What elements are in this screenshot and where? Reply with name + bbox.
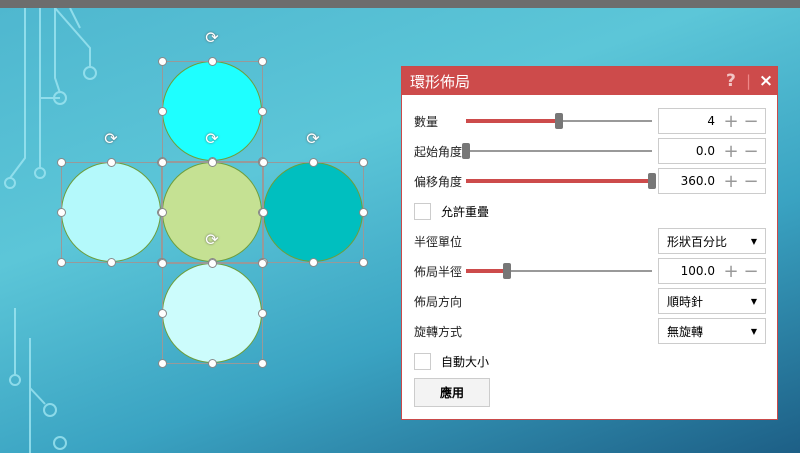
offset_angle-input[interactable]: 360.0 + − [658,168,766,194]
offset_angle-label: 偏移角度 [414,174,463,189]
start_angle-slider-thumb[interactable] [462,143,470,159]
count-label: 數量 [414,114,439,129]
plus-button[interactable]: + [721,111,741,132]
resize-handle[interactable] [107,158,116,167]
rotation-dropdown[interactable]: 無旋轉 ▼ [658,318,766,344]
chevron-down-icon: ▼ [750,326,757,336]
selection-box [162,263,263,364]
resize-handle[interactable] [359,258,368,267]
allow_overlap-label: 允許重疊 [441,204,490,219]
minus-button[interactable]: − [741,171,761,192]
selection-box [61,162,162,263]
row-auto_size: 自動大小 [414,348,765,374]
row-count: 數量 4 + − [414,108,766,134]
resize-handle[interactable] [208,259,217,268]
row-start_angle: 起始角度 0.0 + − [414,138,766,164]
rotate-handle-icon[interactable]: ⟳ [203,29,221,47]
resize-handle[interactable] [259,208,268,217]
resize-handle[interactable] [208,359,217,368]
layout_radius-label: 佈局半徑 [414,264,463,279]
resize-handle[interactable] [107,258,116,267]
resize-handle[interactable] [258,309,267,318]
close-button[interactable]: × [755,71,777,91]
resize-handle[interactable] [258,259,267,268]
chevron-down-icon: ▼ [750,236,757,246]
help-button[interactable]: ? [720,71,742,91]
offset_angle-slider-thumb[interactable] [648,173,656,189]
resize-handle[interactable] [258,57,267,66]
direction-dropdown[interactable]: 順時針 ▼ [658,288,766,314]
plus-button[interactable]: + [721,171,741,192]
start_angle-label: 起始角度 [414,144,463,159]
resize-handle[interactable] [158,57,167,66]
radius_unit-label: 半徑單位 [414,234,463,249]
resize-handle[interactable] [309,158,318,167]
resize-handle[interactable] [158,309,167,318]
plus-button[interactable]: + [721,141,741,162]
row-layout_radius: 佈局半徑 100.0 + − [414,258,766,284]
rotate-handle-icon[interactable]: ⟳ [203,130,221,148]
minus-button[interactable]: − [741,141,761,162]
dialog-title: 環形佈局 [410,72,471,91]
row-allow_overlap: 允許重疊 [414,198,765,224]
resize-handle[interactable] [57,208,66,217]
resize-handle[interactable] [208,158,217,167]
resize-handle[interactable] [158,359,167,368]
count-slider[interactable] [466,113,652,129]
circular-layout-dialog: 環形佈局 ? | × 數量 4 + − 起始角度 0.0 + − 偏移角度 360.… [401,66,778,420]
row-offset_angle: 偏移角度 360.0 + − [414,168,766,194]
resize-handle[interactable] [309,258,318,267]
resize-handle[interactable] [359,158,368,167]
auto_size-label: 自動大小 [441,354,490,369]
resize-handle[interactable] [158,208,167,217]
minus-button[interactable]: − [741,111,761,132]
rotate-handle-icon[interactable]: ⟳ [203,231,221,249]
row-direction: 佈局方向 順時針 ▼ [414,288,766,314]
plus-button[interactable]: + [721,261,741,282]
start_angle-input[interactable]: 0.0 + − [658,138,766,164]
layout_radius-slider-thumb[interactable] [502,263,511,279]
rotate-handle-icon[interactable]: ⟳ [102,130,120,148]
resize-handle[interactable] [57,158,66,167]
resize-handle[interactable] [258,107,267,116]
offset_angle-slider[interactable] [466,173,656,189]
resize-handle[interactable] [158,259,167,268]
dialog-titlebar: 環形佈局 ? | × [402,67,777,95]
row-radius_unit: 半徑單位 形狀百分比 ▼ [414,228,766,254]
resize-handle[interactable] [57,258,66,267]
count-slider-thumb[interactable] [555,113,563,129]
layout_radius-slider[interactable] [466,263,652,279]
selection-box [263,162,364,263]
auto_size-checkbox[interactable] [414,352,431,370]
resize-handle[interactable] [158,158,167,167]
radius_unit-dropdown[interactable]: 形狀百分比 ▼ [658,228,766,254]
window-top-bar [0,0,800,8]
resize-handle[interactable] [359,208,368,217]
apply-button[interactable]: 應用 [414,378,490,407]
minus-button[interactable]: − [741,261,761,282]
resize-handle[interactable] [258,359,267,368]
chevron-down-icon: ▼ [750,296,757,306]
rotate-handle-icon[interactable]: ⟳ [304,130,322,148]
resize-handle[interactable] [158,107,167,116]
resize-handle[interactable] [208,57,217,66]
direction-label: 佈局方向 [414,294,463,309]
start_angle-slider[interactable] [462,143,652,159]
row-rotation: 旋轉方式 無旋轉 ▼ [414,318,766,344]
layout_radius-input[interactable]: 100.0 + − [658,258,766,284]
allow_overlap-checkbox[interactable] [414,202,431,220]
rotation-label: 旋轉方式 [414,324,463,339]
count-input[interactable]: 4 + − [658,108,766,134]
resize-handle[interactable] [259,158,268,167]
